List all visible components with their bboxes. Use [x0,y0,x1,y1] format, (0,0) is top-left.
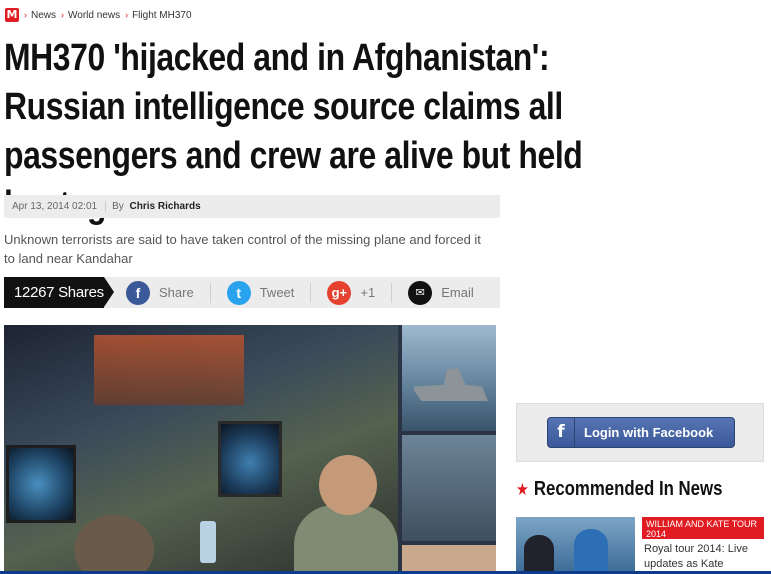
article-hero-image[interactable] [4,325,496,574]
facebook-share-label: Share [159,285,194,300]
twitter-share-button[interactable]: t Tweet [226,277,295,308]
divider [209,282,211,303]
hero-radar-screen [6,445,76,523]
google-plus-icon: g+ [327,280,352,305]
google-plus-share-button[interactable]: g+ +1 [327,277,375,308]
publish-date: Apr 13, 2014 02:01 [12,201,98,212]
facebook-share-button[interactable]: f Share [126,277,194,308]
hero-radar-screen [218,421,282,497]
breadcrumb-link[interactable]: World news [68,10,120,21]
chevron-right-icon: › [125,10,129,20]
recommended-link[interactable]: Royal tour 2014: Live updates as Kate [644,542,764,572]
hero-portrait-photo [402,545,496,574]
facebook-login-button[interactable]: f Login with Facebook [547,417,735,448]
breadcrumb-item-news[interactable]: › News [24,10,56,21]
breadcrumb-link[interactable]: Flight MH370 [132,10,191,21]
breadcrumb-item-flight-mh370[interactable]: › Flight MH370 [125,10,191,21]
hero-control-panel [94,335,244,405]
email-share-button[interactable]: ✉ Email [408,277,474,308]
twitter-icon: t [226,280,251,305]
divider [391,282,393,303]
article-standfirst: Unknown terrorists are said to have take… [4,232,481,266]
google-plus-share-label: +1 [360,285,376,300]
hero-water-bottle [200,521,216,563]
chevron-right-icon: › [61,10,65,20]
hero-crew-member [319,455,377,515]
share-bar: 12267 Shares f Share t Tweet g+ +1 ✉ Ema… [4,277,500,308]
byline-label: By [112,201,124,212]
facebook-icon: f [126,280,150,305]
facebook-login-box: f Login with Facebook [516,403,764,462]
facebook-icon: f [548,418,575,447]
recommended-heading: ★ Recommended In News [516,478,722,501]
thumbnail-person [524,535,554,574]
breadcrumb: M › News › World news › Flight MH370 [5,8,192,22]
share-count: 12267 Shares [4,277,114,308]
divider [310,282,312,303]
thumbnail-person [574,529,608,574]
facebook-login-label: Login with Facebook [584,425,714,440]
breadcrumb-item-world-news[interactable]: › World news [61,10,120,21]
star-icon: ★ [516,479,529,499]
hero-crew-member [294,505,398,574]
twitter-share-label: Tweet [259,285,295,300]
recommended-thumbnail[interactable] [516,517,635,574]
breadcrumb-link[interactable]: News [31,10,56,21]
article-meta: Apr 13, 2014 02:01 By Chris Richards [4,195,500,218]
author-name[interactable]: Chris Richards [130,201,201,212]
hero-aircraft-photo [402,435,496,541]
site-logo[interactable]: M [5,8,19,22]
recommended-heading-label: Recommended In News [533,478,723,500]
recommended-kicker[interactable]: WILLIAM AND KATE TOUR 2014 [642,517,764,539]
email-share-label: Email [441,285,474,300]
email-icon: ✉ [408,280,433,305]
chevron-right-icon: › [24,10,27,20]
byline: By Chris Richards [105,201,201,212]
